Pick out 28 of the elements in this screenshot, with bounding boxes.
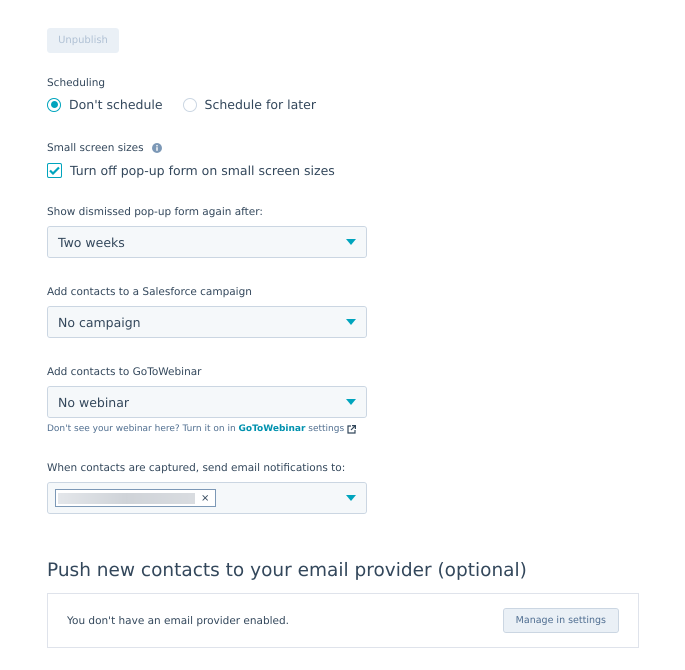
- dropdown[interactable]: No campaign: [47, 306, 367, 338]
- manage-settings-button[interactable]: Manage in settings: [502, 608, 619, 633]
- remove-button[interactable]: ×: [201, 492, 210, 504]
- dropdown[interactable]: Two weeks: [47, 226, 367, 258]
- panel-message: You don't have an email provider enabled.: [67, 614, 290, 626]
- field-label: Show dismissed pop-up form again after:: [47, 206, 264, 218]
- section-label: Scheduling: [47, 77, 106, 89]
- field-label: Add contacts to a Salesforce campaign: [47, 286, 253, 298]
- link[interactable]: GoToWebinar: [238, 424, 306, 434]
- radio-label: Don't schedule: [69, 97, 163, 112]
- caret-icon: [346, 319, 356, 325]
- radio-button[interactable]: [47, 98, 61, 112]
- section-heading: Push new contacts to your email provider (optional): [47, 560, 528, 581]
- checkbox-label: Turn off pop-up form on small screen sizes: [70, 163, 335, 178]
- hint-text: Don't see your webinar here? Turn it on in GoToWebinar settings: [47, 424, 344, 434]
- field-label: Add contacts to GoToWebinar: [47, 366, 202, 378]
- checkbox[interactable]: [47, 163, 62, 178]
- radio-button[interactable]: [182, 98, 197, 112]
- dropdown[interactable]: ×: [47, 482, 367, 514]
- field-label: When contacts are captured, send email notifications to:: [47, 462, 346, 474]
- caret-icon: [346, 399, 356, 405]
- info-icon[interactable]: [152, 143, 162, 153]
- radio-label: Schedule for later: [204, 97, 316, 112]
- section-label: Small screen sizes: [47, 142, 144, 154]
- external-link-icon[interactable]: [347, 424, 356, 434]
- caret-icon: [346, 495, 356, 501]
- dropdown[interactable]: No webinar: [47, 386, 367, 418]
- caret-icon: [346, 239, 356, 245]
